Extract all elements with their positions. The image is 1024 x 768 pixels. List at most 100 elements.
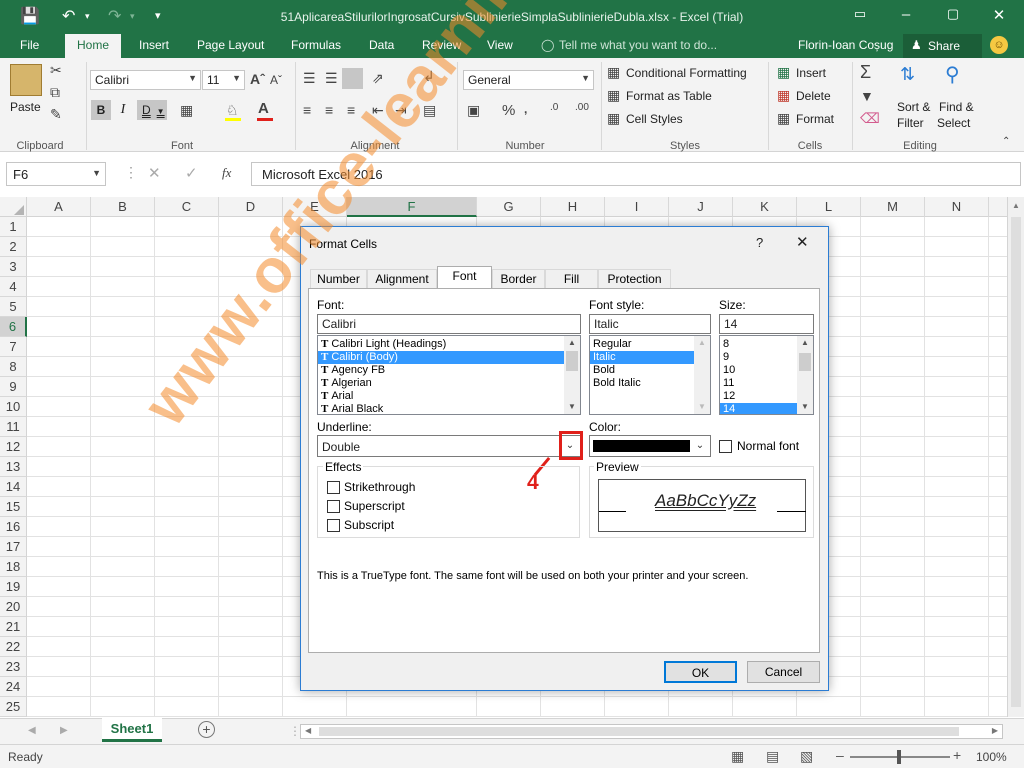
row-header[interactable]: 12 bbox=[0, 437, 27, 457]
hscroll-thumb[interactable] bbox=[319, 727, 959, 736]
column-header[interactable]: H bbox=[541, 197, 605, 217]
zoom-out-icon[interactable]: – bbox=[836, 747, 844, 763]
font-list-item[interactable]: T Arial bbox=[318, 390, 564, 403]
borders-icon[interactable]: ▦ bbox=[180, 102, 193, 119]
cancel-entry-icon[interactable]: ✕ bbox=[148, 164, 161, 182]
row-header[interactable]: 4 bbox=[0, 277, 27, 297]
tab-alignment[interactable]: Alignment bbox=[367, 269, 437, 289]
column-header[interactable]: M bbox=[861, 197, 925, 217]
tell-me-box[interactable]: Tell me what you want to do... bbox=[559, 38, 717, 52]
format-cells-button[interactable]: Format bbox=[796, 112, 834, 126]
find-select-label-1[interactable]: Find & bbox=[939, 100, 974, 114]
insert-cells-button[interactable]: Insert bbox=[796, 66, 826, 80]
italic-button[interactable]: I bbox=[114, 100, 132, 120]
row-header[interactable]: 2 bbox=[0, 237, 27, 257]
row-header[interactable]: 24 bbox=[0, 677, 27, 697]
superscript-checkbox[interactable] bbox=[327, 500, 340, 513]
font-name-combo[interactable]: Calibri ▼ bbox=[90, 70, 201, 90]
font-list-item[interactable]: T Agency FB bbox=[318, 364, 564, 377]
size-list-thumb[interactable] bbox=[799, 353, 811, 371]
scroll-sheets-left-icon[interactable]: ◀ bbox=[28, 725, 36, 736]
paste-icon[interactable] bbox=[10, 64, 42, 96]
accounting-format-icon[interactable]: ▣ bbox=[467, 102, 480, 119]
tab-number[interactable]: Number bbox=[310, 269, 367, 289]
zoom-level[interactable]: 100% bbox=[976, 750, 1007, 764]
dialog-close-icon[interactable]: ✕ bbox=[796, 233, 809, 251]
clear-icon[interactable]: ⌫ bbox=[860, 110, 880, 127]
row-header[interactable]: 7 bbox=[0, 337, 27, 357]
tab-page-layout[interactable]: Page Layout bbox=[197, 38, 264, 52]
row-header[interactable]: 23 bbox=[0, 657, 27, 677]
font-list-item[interactable]: T Calibri (Body) bbox=[318, 351, 564, 364]
tab-fill[interactable]: Fill bbox=[545, 269, 598, 289]
column-header[interactable]: I bbox=[605, 197, 669, 217]
collapse-ribbon-icon[interactable]: ⌃ bbox=[1002, 136, 1010, 147]
row-header[interactable]: 20 bbox=[0, 597, 27, 617]
comma-style-icon[interactable]: , bbox=[524, 102, 527, 116]
strikethrough-label[interactable]: Strikethrough bbox=[344, 480, 415, 494]
underline-dropdown[interactable]: Double ⌄ bbox=[317, 435, 581, 457]
tab-data[interactable]: Data bbox=[369, 38, 394, 52]
maximize-icon[interactable]: ▢ bbox=[938, 6, 968, 22]
font-style-list[interactable]: Regular Italic Bold Bold Italic ▲ ▼ bbox=[589, 335, 711, 415]
column-header[interactable]: C bbox=[155, 197, 219, 217]
subscript-label[interactable]: Subscript bbox=[344, 518, 394, 532]
scroll-thumb[interactable] bbox=[1011, 217, 1021, 707]
font-input[interactable]: Calibri bbox=[317, 314, 581, 334]
page-layout-view-icon[interactable]: ▤ bbox=[766, 748, 779, 765]
font-list-thumb[interactable] bbox=[566, 351, 578, 371]
ribbon-display-icon[interactable]: ▭ bbox=[845, 6, 875, 22]
sort-filter-label-1[interactable]: Sort & bbox=[897, 100, 930, 114]
align-bottom-icon[interactable] bbox=[342, 68, 363, 89]
size-list-item[interactable]: 9 bbox=[720, 351, 797, 364]
normal-font-checkbox[interactable] bbox=[719, 440, 732, 453]
row-header[interactable]: 10 bbox=[0, 397, 27, 417]
sort-filter-label-2[interactable]: Filter bbox=[897, 116, 924, 130]
vertical-scrollbar[interactable]: ▲ bbox=[1007, 197, 1024, 717]
tab-border[interactable]: Border bbox=[492, 269, 545, 289]
size-list-item[interactable]: 11 bbox=[720, 377, 797, 390]
delete-cells-button[interactable]: Delete bbox=[796, 89, 831, 103]
row-header[interactable]: 11 bbox=[0, 417, 27, 437]
cancel-button[interactable]: Cancel bbox=[747, 661, 820, 683]
cut-icon[interactable]: ✂ bbox=[50, 62, 62, 79]
color-picker[interactable]: ⌄ bbox=[589, 435, 711, 457]
increase-font-icon[interactable]: Aˆ bbox=[250, 71, 265, 87]
row-header[interactable]: 16 bbox=[0, 517, 27, 537]
paste-label[interactable]: Paste bbox=[10, 100, 41, 114]
percent-icon[interactable]: % bbox=[502, 102, 515, 119]
superscript-label[interactable]: Superscript bbox=[344, 499, 405, 513]
copy-icon[interactable]: ⧉ bbox=[50, 84, 60, 101]
row-header[interactable]: 18 bbox=[0, 557, 27, 577]
scroll-down-icon[interactable]: ▼ bbox=[564, 400, 580, 414]
size-list-item[interactable]: 8 bbox=[720, 338, 797, 351]
size-input[interactable]: 14 bbox=[719, 314, 814, 334]
cell-styles-button[interactable]: Cell Styles bbox=[626, 112, 683, 126]
scroll-right-icon[interactable]: ▶ bbox=[992, 726, 998, 735]
smiley-feedback-icon[interactable]: ☺ bbox=[990, 36, 1008, 54]
row-header[interactable]: 21 bbox=[0, 617, 27, 637]
row-header[interactable]: 1 bbox=[0, 217, 27, 237]
font-style-scrollbar[interactable]: ▲ ▼ bbox=[694, 336, 710, 414]
increase-decimal-icon[interactable]: .0 bbox=[550, 102, 558, 113]
size-list[interactable]: 8 9 10 11 12 14 ▲ ▼ bbox=[719, 335, 814, 415]
row-header[interactable]: 22 bbox=[0, 637, 27, 657]
column-header[interactable]: J bbox=[669, 197, 733, 217]
scroll-sheets-right-icon[interactable]: ▶ bbox=[60, 725, 68, 736]
font-style-input[interactable]: Italic bbox=[589, 314, 711, 334]
align-middle-icon[interactable]: ☰ bbox=[325, 70, 338, 87]
normal-font-label[interactable]: Normal font bbox=[737, 439, 799, 453]
row-header[interactable]: 13 bbox=[0, 457, 27, 477]
row-header[interactable]: 8 bbox=[0, 357, 27, 377]
font-style-list-item[interactable]: Regular bbox=[590, 338, 694, 351]
font-list-item[interactable]: T Arial Black bbox=[318, 403, 564, 414]
tab-file[interactable]: File bbox=[20, 38, 39, 52]
tab-insert[interactable]: Insert bbox=[139, 38, 169, 52]
column-header[interactable]: L bbox=[797, 197, 861, 217]
ok-button[interactable]: OK bbox=[664, 661, 737, 683]
tab-formulas[interactable]: Formulas bbox=[291, 38, 341, 52]
column-header[interactable]: G bbox=[477, 197, 541, 217]
conditional-formatting-button[interactable]: Conditional Formatting bbox=[626, 66, 747, 80]
select-all-button[interactable] bbox=[0, 197, 27, 217]
format-painter-icon[interactable]: ✎ bbox=[50, 106, 62, 123]
